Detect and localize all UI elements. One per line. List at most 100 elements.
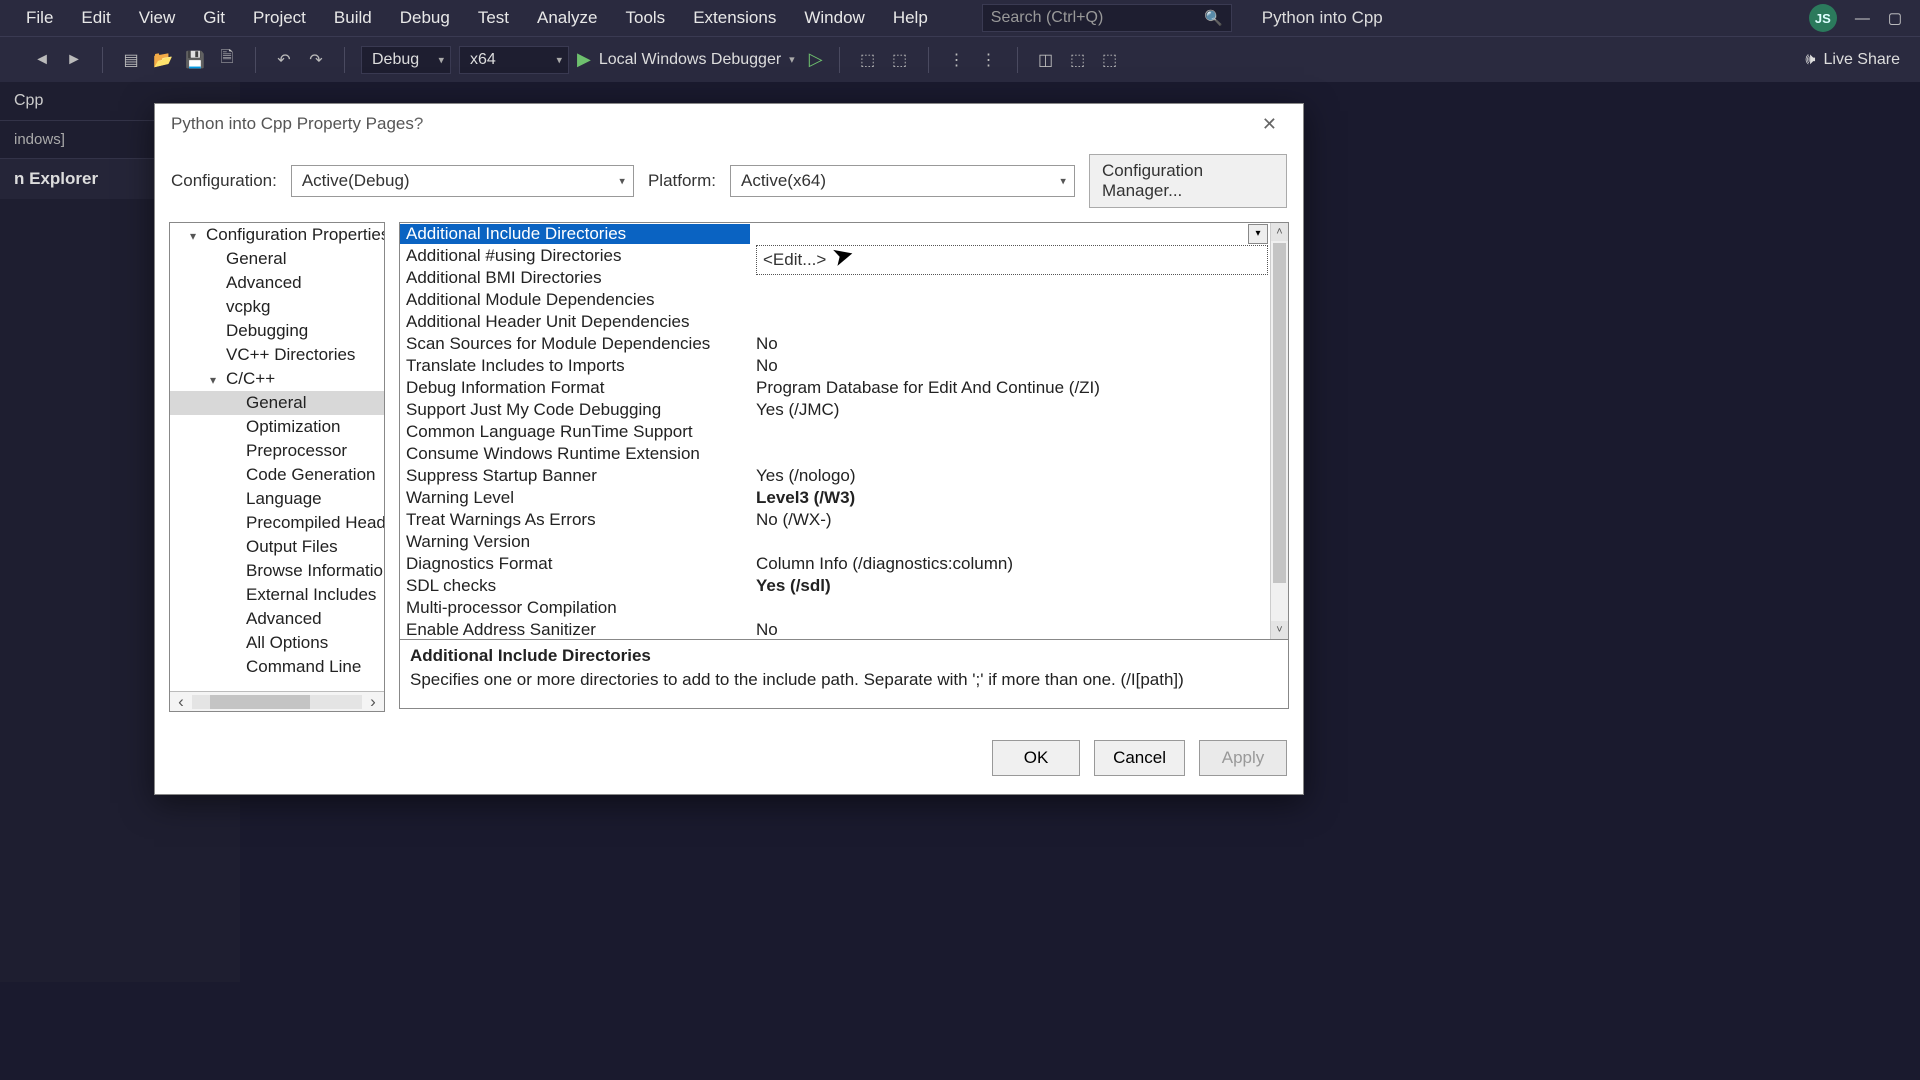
dialog-title: Python into Cpp Property Pages <box>171 114 414 134</box>
tree-item[interactable]: Output Files <box>170 535 384 559</box>
menu-help[interactable]: Help <box>879 2 942 34</box>
grid-vscrollbar[interactable]: ˄ ˅ <box>1270 223 1288 639</box>
apply-button[interactable]: Apply <box>1199 740 1287 776</box>
menu-view[interactable]: View <box>125 2 190 34</box>
save-all-icon[interactable]: 🗎 <box>215 48 239 72</box>
scroll-down-icon[interactable]: ˅ <box>1271 621 1288 639</box>
tree-item[interactable]: All Options <box>170 631 384 655</box>
forward-icon[interactable]: ► <box>62 48 86 72</box>
menu-debug[interactable]: Debug <box>386 2 464 34</box>
platform-select-dialog[interactable]: Active(x64)▾ <box>730 165 1075 197</box>
dialog-top-row: Configuration: Active(Debug)▾ Platform: … <box>155 144 1303 222</box>
property-row[interactable]: Suppress Startup BannerYes (/nologo) <box>400 465 1270 487</box>
tree-hscrollbar[interactable]: ‹ › <box>170 691 384 711</box>
tb-icon-1[interactable]: ⬚ <box>856 48 880 72</box>
start-debug-button[interactable]: ▶ Local Windows Debugger ▾ <box>577 49 795 70</box>
property-tree: ▾Configuration PropertiesGeneralAdvanced… <box>169 222 385 712</box>
property-pages-dialog: Python into Cpp Property Pages ? ✕ Confi… <box>154 103 1304 795</box>
open-icon[interactable]: 📂 <box>151 48 175 72</box>
tree-item[interactable]: vcpkg <box>170 295 384 319</box>
configuration-label: Configuration: <box>171 171 277 191</box>
property-row[interactable]: Debug Information FormatProgram Database… <box>400 377 1270 399</box>
menu-extensions[interactable]: Extensions <box>679 2 790 34</box>
menu-tools[interactable]: Tools <box>612 2 680 34</box>
configuration-manager-button[interactable]: Configuration Manager... <box>1089 154 1287 208</box>
scroll-up-icon[interactable]: ˄ <box>1271 223 1288 241</box>
redo-icon[interactable]: ↷ <box>304 48 328 72</box>
desc-text: Specifies one or more directories to add… <box>410 670 1278 690</box>
edit-dropdown-item[interactable]: <Edit...> <box>756 245 1268 275</box>
tree-item[interactable]: Precompiled Heade <box>170 511 384 535</box>
tree-item[interactable]: ▾Configuration Properties <box>170 223 384 247</box>
desc-title: Additional Include Directories <box>410 646 1278 666</box>
menu-test[interactable]: Test <box>464 2 523 34</box>
property-row[interactable]: Warning LevelLevel3 (/W3) <box>400 487 1270 509</box>
search-input[interactable]: Search (Ctrl+Q) 🔍 <box>982 4 1232 32</box>
tree-item[interactable]: Code Generation <box>170 463 384 487</box>
property-row[interactable]: Scan Sources for Module DependenciesNo <box>400 333 1270 355</box>
tb-icon-3[interactable]: ⋮ <box>945 48 969 72</box>
tree-item[interactable]: External Includes <box>170 583 384 607</box>
dialog-buttons: OK Cancel Apply <box>155 726 1303 794</box>
start-without-debug-icon[interactable]: ▷ <box>809 49 823 70</box>
property-row[interactable]: Enable Address SanitizerNo <box>400 619 1270 640</box>
close-icon[interactable]: ✕ <box>1252 110 1287 139</box>
platform-select[interactable]: x64▾ <box>459 46 569 74</box>
menu-window[interactable]: Window <box>790 2 878 34</box>
property-row[interactable]: Multi-processor Compilation <box>400 597 1270 619</box>
menu-git[interactable]: Git <box>189 2 239 34</box>
tree-item[interactable]: VC++ Directories <box>170 343 384 367</box>
property-row[interactable]: Support Just My Code DebuggingYes (/JMC) <box>400 399 1270 421</box>
property-row[interactable]: SDL checksYes (/sdl) <box>400 575 1270 597</box>
tb-icon-5[interactable]: ⬚ <box>1066 48 1090 72</box>
menu-analyze[interactable]: Analyze <box>523 2 611 34</box>
property-row[interactable]: Additional Module Dependencies <box>400 289 1270 311</box>
back-icon[interactable]: ◄ <box>30 48 54 72</box>
tree-item[interactable]: ▸Linker <box>170 679 384 683</box>
tree-item[interactable]: Command Line <box>170 655 384 679</box>
menu-bar: FileEditViewGitProjectBuildDebugTestAnal… <box>0 0 1920 36</box>
property-row[interactable]: Common Language RunTime Support <box>400 421 1270 443</box>
configuration-select[interactable]: Active(Debug)▾ <box>291 165 634 197</box>
value-dropdown-icon[interactable]: ▾ <box>1248 224 1268 244</box>
property-row[interactable]: Warning Version <box>400 531 1270 553</box>
tree-item[interactable]: Debugging <box>170 319 384 343</box>
tree-item[interactable]: Optimization <box>170 415 384 439</box>
tree-item[interactable]: General <box>170 391 384 415</box>
property-row[interactable]: Treat Warnings As ErrorsNo (/WX-) <box>400 509 1270 531</box>
menu-file[interactable]: File <box>12 2 67 34</box>
cancel-button[interactable]: Cancel <box>1094 740 1185 776</box>
minimize-icon[interactable]: — <box>1855 10 1870 27</box>
tree-item[interactable]: Advanced <box>170 607 384 631</box>
tree-item[interactable]: General <box>170 247 384 271</box>
tb-icon-4[interactable]: ⋮ <box>977 48 1001 72</box>
property-row[interactable]: Additional Include Directories <box>400 223 1270 245</box>
tree-item[interactable]: Language <box>170 487 384 511</box>
scroll-right-icon[interactable]: › <box>362 692 384 712</box>
bookmark-icon[interactable]: ◫ <box>1034 48 1058 72</box>
menu-project[interactable]: Project <box>239 2 320 34</box>
tree-item[interactable]: ▾C/C++ <box>170 367 384 391</box>
tree-item[interactable]: Preprocessor <box>170 439 384 463</box>
play-icon: ▶ <box>577 49 591 70</box>
scroll-left-icon[interactable]: ‹ <box>170 692 192 712</box>
tree-item[interactable]: Advanced <box>170 271 384 295</box>
save-icon[interactable]: 💾 <box>183 48 207 72</box>
liveshare-button[interactable]: 🕪 Live Share <box>1805 51 1900 69</box>
property-row[interactable]: Diagnostics FormatColumn Info (/diagnost… <box>400 553 1270 575</box>
maximize-icon[interactable]: ▢ <box>1888 9 1902 27</box>
menu-edit[interactable]: Edit <box>67 2 124 34</box>
property-row[interactable]: Additional Header Unit Dependencies <box>400 311 1270 333</box>
help-icon[interactable]: ? <box>414 114 423 134</box>
undo-icon[interactable]: ↶ <box>272 48 296 72</box>
menu-build[interactable]: Build <box>320 2 386 34</box>
avatar[interactable]: JS <box>1809 4 1837 32</box>
ok-button[interactable]: OK <box>992 740 1080 776</box>
new-file-icon[interactable]: ▤ <box>119 48 143 72</box>
property-row[interactable]: Consume Windows Runtime Extension <box>400 443 1270 465</box>
tree-item[interactable]: Browse Information <box>170 559 384 583</box>
property-row[interactable]: Translate Includes to ImportsNo <box>400 355 1270 377</box>
config-select[interactable]: Debug▾ <box>361 46 451 74</box>
tb-icon-6[interactable]: ⬚ <box>1098 48 1122 72</box>
tb-icon-2[interactable]: ⬚ <box>888 48 912 72</box>
